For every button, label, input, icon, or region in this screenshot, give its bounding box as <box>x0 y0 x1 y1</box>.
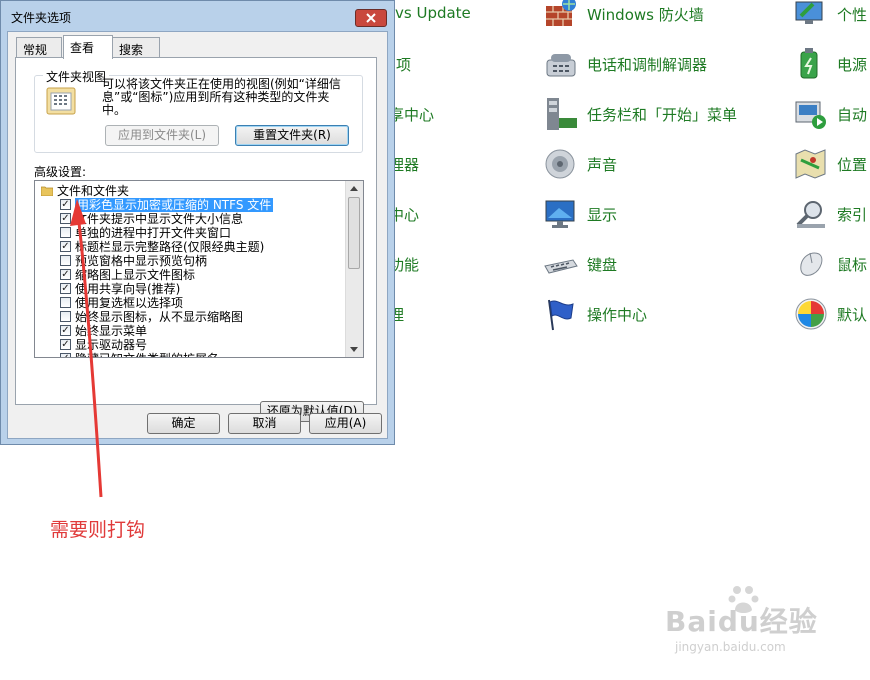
watermark-url: jingyan.baidu.com <box>675 640 786 654</box>
tab-view[interactable]: 查看 <box>63 35 113 59</box>
annotation-arrow <box>70 199 103 498</box>
baidu-paw-icon <box>728 586 759 613</box>
annotation-text: 需要则打钩 <box>50 519 146 541</box>
baidu-watermark: Baidu经验 jingyan.baidu.com <box>665 586 818 654</box>
